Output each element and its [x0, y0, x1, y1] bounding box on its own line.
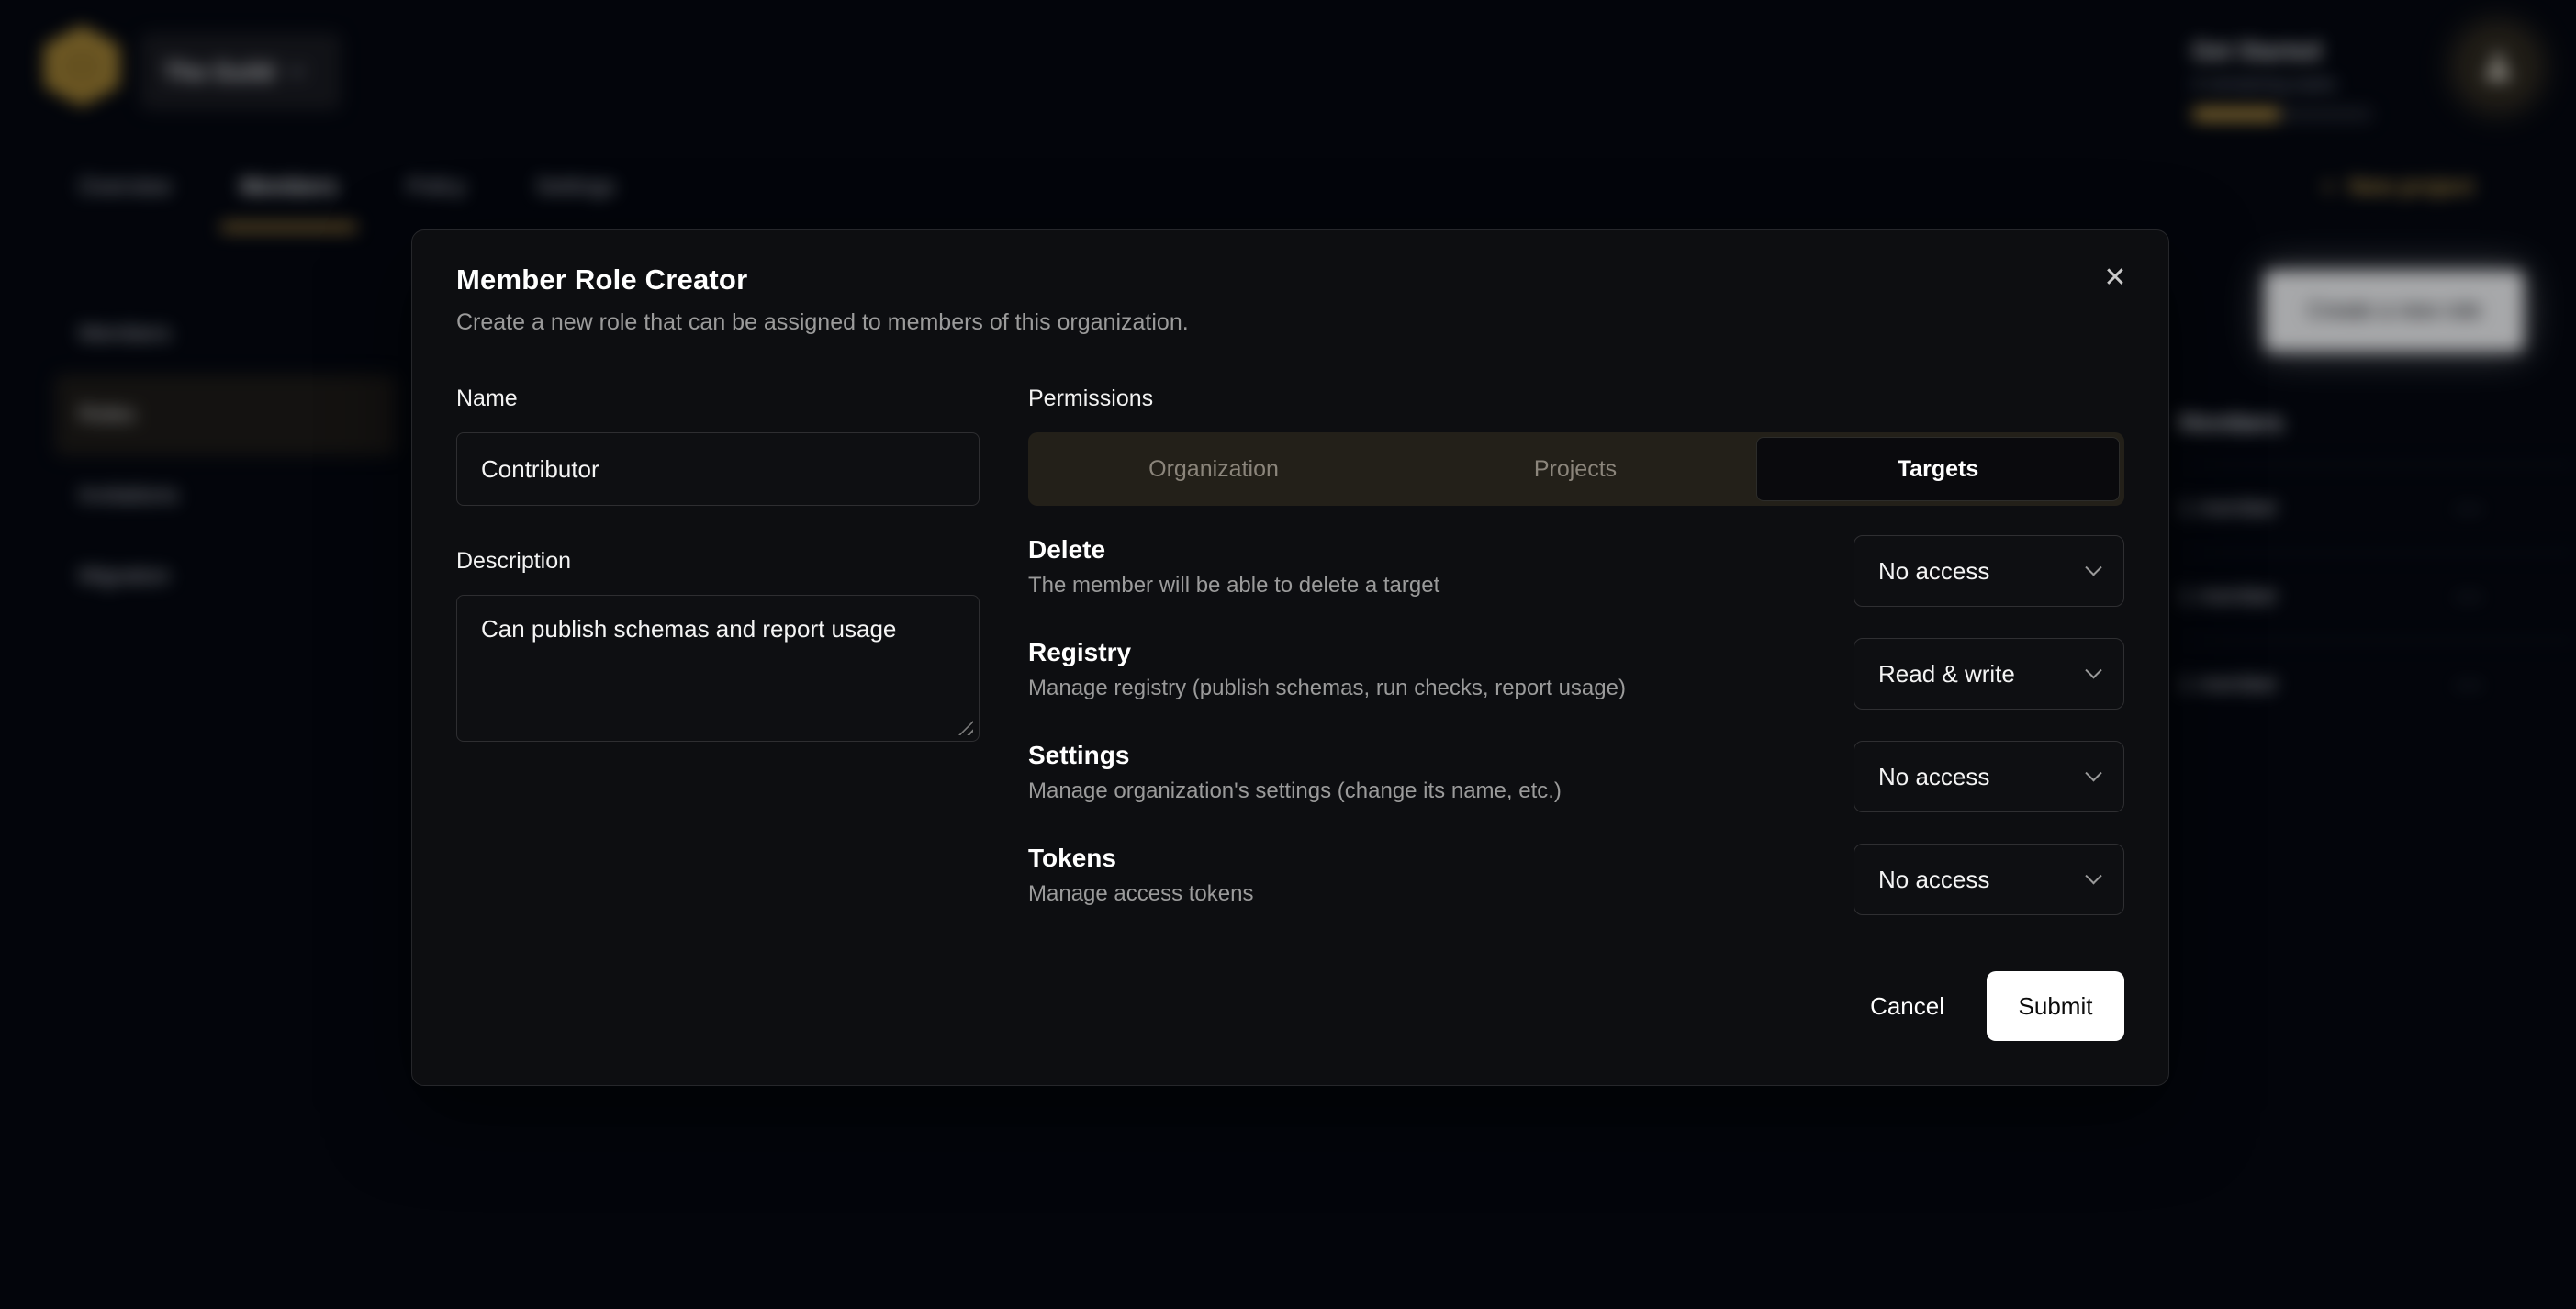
perm-row-delete: Delete The member will be able to delete…: [1028, 535, 2124, 607]
chevron-down-icon: [2085, 765, 2101, 781]
submit-button[interactable]: Submit: [1987, 971, 2124, 1041]
perm-row-settings: Settings Manage organization's settings …: [1028, 741, 2124, 812]
close-icon[interactable]: ✕: [2095, 258, 2135, 298]
name-label: Name: [456, 386, 980, 412]
perm-description: Manage access tokens: [1028, 881, 1253, 907]
select-value: No access: [1878, 763, 1989, 791]
tokens-access-select[interactable]: No access: [1854, 844, 2124, 915]
perm-tab-organization[interactable]: Organization: [1033, 437, 1394, 501]
perm-title: Delete: [1028, 535, 1439, 565]
role-name-input[interactable]: [456, 432, 980, 506]
modal-subtitle: Create a new role that can be assigned t…: [456, 309, 2124, 336]
perm-row-tokens: Tokens Manage access tokens No access: [1028, 844, 2124, 915]
perm-tab-projects[interactable]: Projects: [1394, 437, 1756, 501]
chevron-down-icon: [2085, 662, 2101, 678]
perm-title: Tokens: [1028, 844, 1253, 873]
perm-title: Registry: [1028, 638, 1626, 667]
chevron-down-icon: [2085, 559, 2101, 576]
delete-access-select[interactable]: No access: [1854, 535, 2124, 607]
permissions-label: Permissions: [1028, 386, 2124, 412]
select-value: No access: [1878, 866, 1989, 894]
select-value: Read & write: [1878, 660, 2015, 688]
registry-access-select[interactable]: Read & write: [1854, 638, 2124, 710]
perm-description: The member will be able to delete a targ…: [1028, 573, 1439, 599]
perm-description: Manage registry (publish schemas, run ch…: [1028, 676, 1626, 701]
perm-description: Manage organization's settings (change i…: [1028, 778, 1562, 804]
chevron-down-icon: [2085, 867, 2101, 884]
perm-row-registry: Registry Manage registry (publish schema…: [1028, 638, 2124, 710]
perm-tab-targets[interactable]: Targets: [1756, 437, 2120, 501]
settings-access-select[interactable]: No access: [1854, 741, 2124, 812]
permissions-tablist: Organization Projects Targets: [1028, 432, 2124, 506]
description-label: Description: [456, 548, 980, 575]
member-role-creator-modal: ✕ Member Role Creator Create a new role …: [411, 229, 2169, 1086]
select-value: No access: [1878, 557, 1989, 586]
perm-title: Settings: [1028, 741, 1562, 770]
cancel-button[interactable]: Cancel: [1842, 974, 1972, 1039]
role-description-textarea[interactable]: Can publish schemas and report usage: [456, 595, 980, 742]
modal-title: Member Role Creator: [456, 263, 2124, 296]
